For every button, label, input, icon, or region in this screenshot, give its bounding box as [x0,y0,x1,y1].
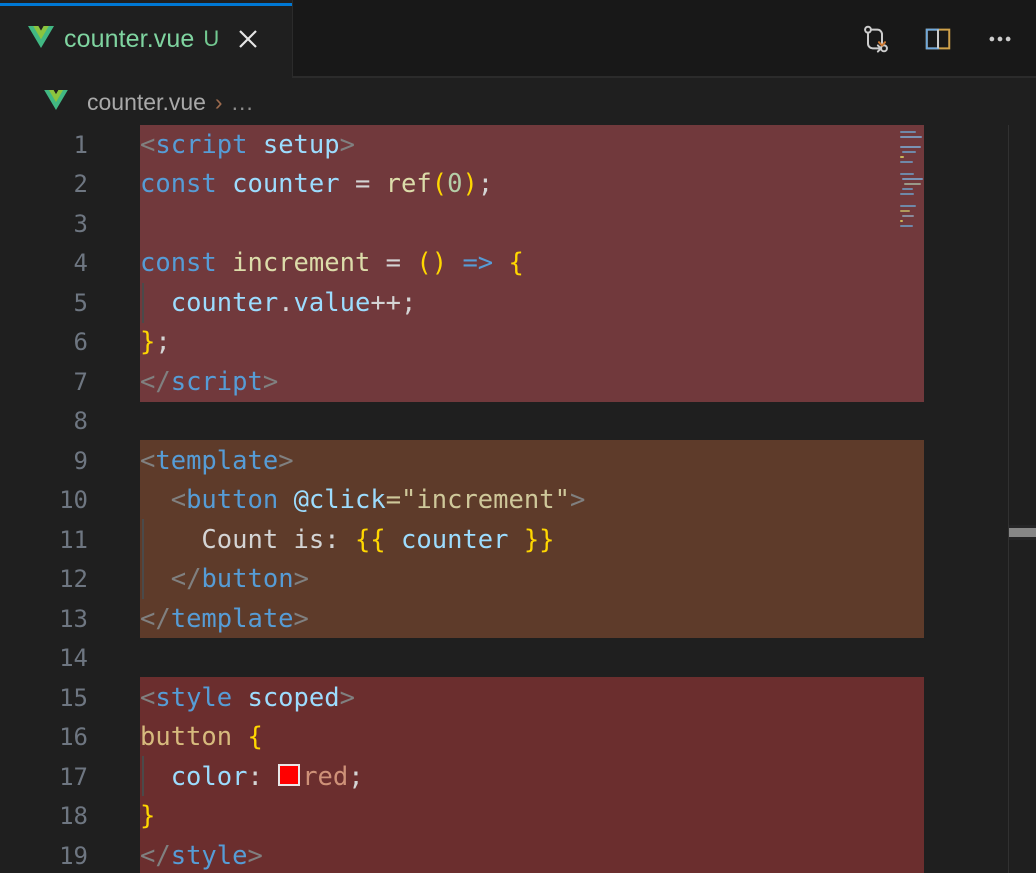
line-number: 10 [59,486,88,515]
editor-tab-bar: counter.vue U [0,0,1036,78]
line-content: Count is: {{ counter }} [140,524,555,555]
line-content: counter. value ++; [170,287,417,318]
tab-status-badge: U [203,26,220,51]
line-number: 6 [73,328,88,357]
chevron-right-icon: › [214,88,223,115]
line-content: < template > [140,445,294,476]
line-number: 18 [59,802,88,831]
code-line[interactable]: 16 button { [0,718,1000,758]
code-line[interactable]: 11 Count is: {{ counter }} [0,520,1000,560]
vue-file-icon [44,89,68,115]
close-icon[interactable] [233,24,263,54]
line-number: 5 [73,288,88,317]
line-number: 3 [73,209,88,238]
open-changes-icon[interactable] [856,19,896,59]
code-content[interactable]: 1 < script setup > 2 const counter = ref(0… [0,125,1000,873]
line-number: 12 [59,565,88,594]
code-line[interactable]: 2 const counter = ref(0); [0,165,1000,205]
code-line[interactable]: 1 < script setup > [0,125,1000,165]
line-content: </script > [140,366,279,397]
code-line[interactable]: 9 < template > [0,441,1000,481]
code-line[interactable]: 18 } [0,797,1000,837]
line-content: color: red; [140,761,364,792]
line-content: < script setup > [140,129,355,160]
code-editor[interactable]: 1 < script setup > 2 const counter = ref(0… [0,125,1036,873]
editor-actions-toolbar [856,18,1020,60]
code-line[interactable]: 12 </button > [0,560,1000,600]
line-number: 13 [59,604,88,633]
line-content: button { [140,722,263,753]
breadcrumb-file[interactable]: counter.vue [44,89,206,116]
line-content: const counter = ref(0); [140,169,494,200]
vue-file-icon [28,25,54,53]
line-number: 17 [59,762,88,791]
code-line[interactable]: 8 [0,402,1000,442]
minimap[interactable] [899,125,925,873]
line-content: </style > [140,840,263,871]
line-number: 11 [59,525,88,554]
code-line[interactable]: 7 </script > [0,362,1000,402]
code-line[interactable]: 17 color: red; [0,757,1000,797]
horizontal-scrollbar[interactable] [1009,528,1036,537]
line-content: } [140,801,156,832]
color-swatch-red[interactable] [278,764,301,787]
breadcrumb-file-label: counter.vue [87,88,206,115]
vertical-scrollbar[interactable] [1012,125,1036,873]
vscode-editor-window: counter.vue U counter.vue › ... 1 < scri… [0,0,1036,873]
tab-counter-vue[interactable]: counter.vue U [0,0,292,78]
line-content: }; [140,327,171,358]
code-line[interactable]: 6 }; [0,323,1000,363]
code-line[interactable]: 14 [0,639,1000,679]
code-line[interactable]: 5 counter. value ++; [0,283,1000,323]
code-line[interactable]: 3 [0,204,1000,244]
line-number: 16 [59,723,88,752]
line-number: 15 [59,683,88,712]
code-line[interactable]: 13 </template > [0,599,1000,639]
line-number: 14 [59,644,88,673]
line-number: 9 [73,446,88,475]
breadcrumb: counter.vue › ... [0,79,1036,125]
line-content: </button > [170,564,309,595]
active-tab-indicator [0,3,292,6]
more-actions-icon[interactable] [980,19,1020,59]
code-line[interactable]: 10 < button @click = "increment" > [0,481,1000,521]
line-content: const increment = () => { [140,248,524,279]
split-editor-icon[interactable] [918,19,958,59]
editor-scroll-decoration [1008,125,1009,873]
line-content: < button @click = "increment" > [170,485,586,516]
line-number: 2 [73,170,88,199]
code-line[interactable]: 15 < style scoped > [0,678,1000,718]
line-content: </template > [140,603,309,634]
line-number: 4 [73,249,88,278]
code-line[interactable]: 19 </style > [0,836,1000,873]
line-number: 1 [73,130,88,159]
breadcrumb-symbol-more[interactable]: ... [232,89,254,116]
line-content: < style scoped > [140,682,355,713]
code-line[interactable]: 4 const increment = () => { [0,244,1000,284]
tab-label: counter.vue [64,24,195,53]
line-number: 8 [73,407,88,436]
line-number: 19 [59,841,88,870]
line-number: 7 [73,367,88,396]
